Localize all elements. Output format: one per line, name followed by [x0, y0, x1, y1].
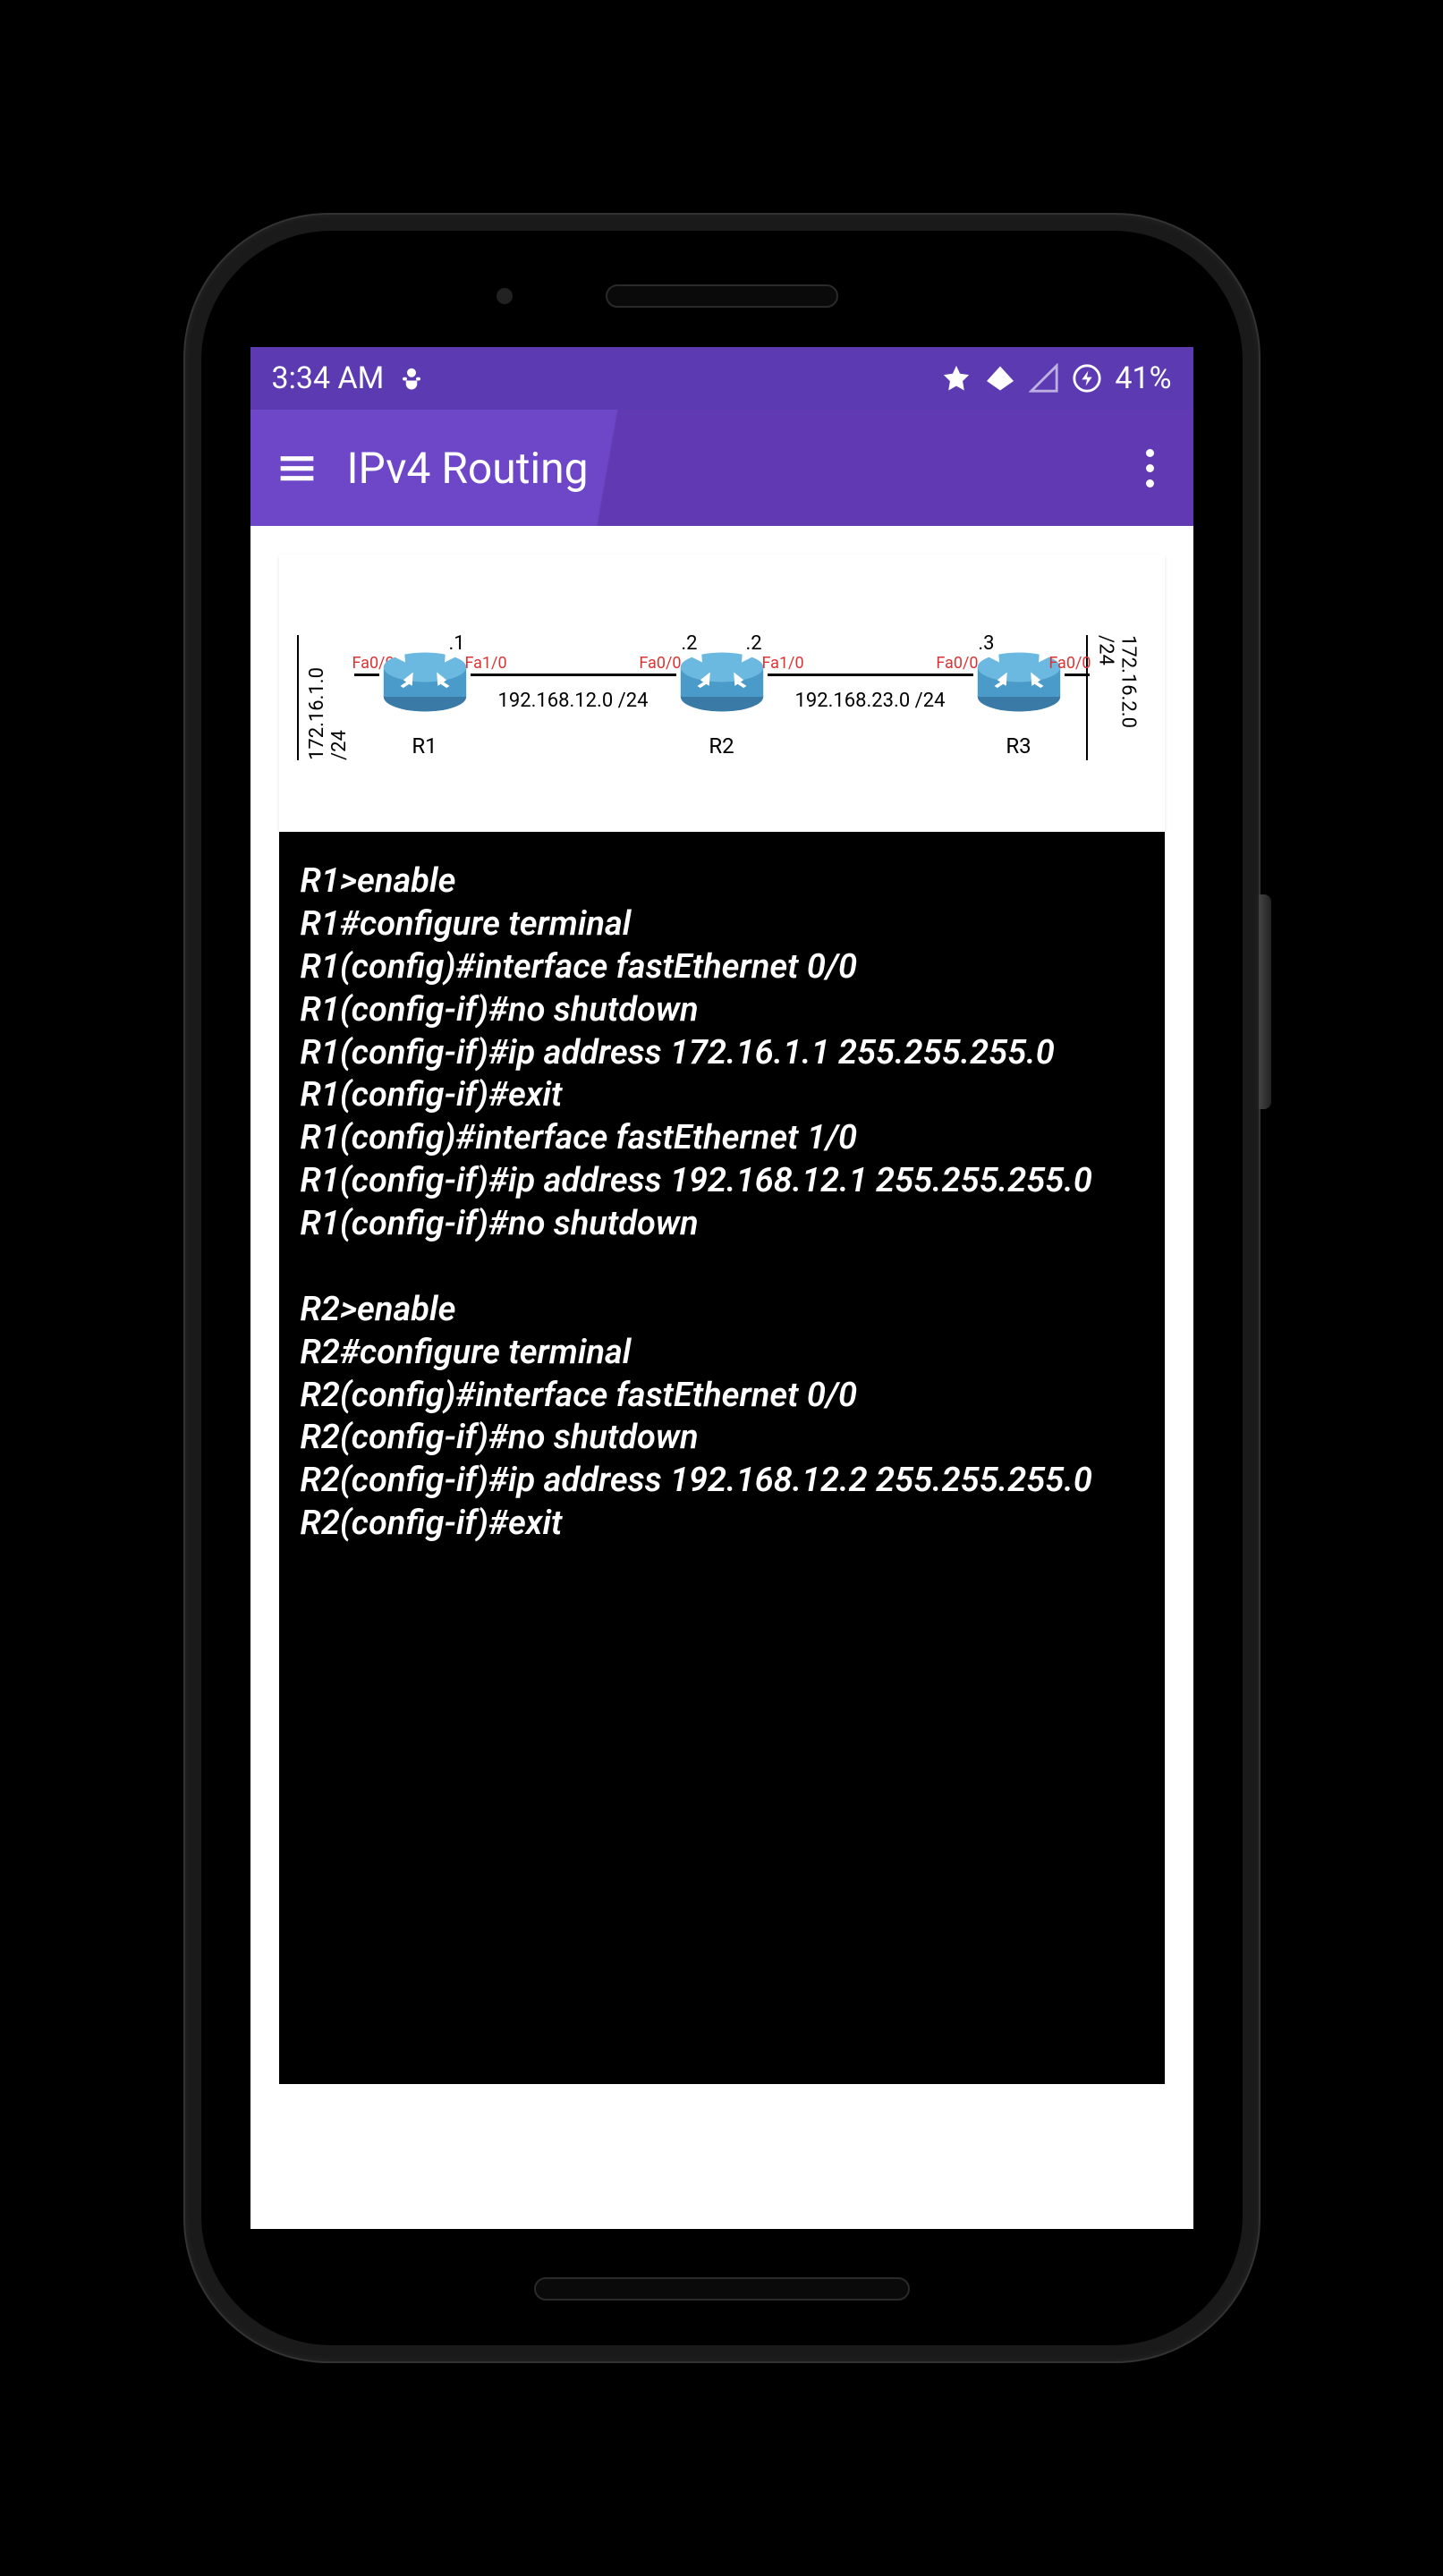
phone-inner: 3:34 AM 41% IPv4 Routing: [201, 231, 1243, 2345]
wifi-icon: [984, 362, 1016, 394]
iface-label: Fa1/0: [465, 654, 507, 673]
menu-button[interactable]: [272, 443, 322, 493]
router-r1: R1: [376, 637, 474, 758]
router-label: R3: [1006, 733, 1031, 758]
speaker-bottom: [534, 2277, 910, 2301]
battery-percent: 41%: [1115, 360, 1171, 396]
router-icon: [970, 637, 1068, 717]
network-diagram: 172.16.1.0 /24 Fa0/0 R1 .1 Fa1/0 .2: [279, 555, 1165, 832]
octet-label: .2: [746, 632, 762, 655]
link-r2-r3: .2 Fa1/0 .3 Fa0/0 192.168.23.0 /24: [768, 674, 973, 676]
octet-label: .1: [449, 632, 465, 655]
status-bar: 3:34 AM 41%: [250, 347, 1193, 410]
screen: 3:34 AM 41% IPv4 Routing: [250, 347, 1193, 2229]
overflow-menu-button[interactable]: [1129, 446, 1172, 489]
link-edge-right: Fa0/0: [1065, 674, 1090, 676]
notification-icon: [398, 365, 425, 392]
subnet-label: 192.168.12.0 /24: [498, 690, 649, 712]
front-camera: [497, 288, 513, 304]
router-label: R1: [412, 733, 437, 758]
app-bar: IPv4 Routing: [250, 410, 1193, 526]
content-area[interactable]: 172.16.1.0 /24 Fa0/0 R1 .1 Fa1/0 .2: [250, 526, 1193, 2113]
phone-frame: 3:34 AM 41% IPv4 Routing: [185, 215, 1259, 2361]
star-icon: [941, 363, 972, 394]
iface-label: Fa1/0: [762, 654, 804, 673]
signal-icon: [1029, 363, 1059, 394]
terminal-output[interactable]: R1>enable R1#configure terminal R1(confi…: [279, 832, 1165, 2084]
link-r1-r2: .1 Fa1/0 .2 Fa0/0 192.168.12.0 /24: [471, 674, 676, 676]
iface-label: Fa0/0: [1048, 654, 1091, 673]
subnet-label: 192.168.23.0 /24: [795, 690, 946, 712]
app-title: IPv4 Routing: [347, 443, 1129, 494]
left-network-label: 172.16.1.0 /24: [297, 635, 358, 760]
speaker-top: [606, 284, 838, 308]
router-r2: R2: [673, 637, 771, 758]
power-button: [1259, 894, 1271, 1109]
right-network-label: 172.16.2.0 /24: [1086, 635, 1147, 760]
router-label: R2: [709, 733, 734, 758]
status-time: 3:34 AM: [272, 360, 385, 396]
battery-saver-icon: [1072, 363, 1102, 394]
hamburger-icon: [277, 448, 317, 487]
